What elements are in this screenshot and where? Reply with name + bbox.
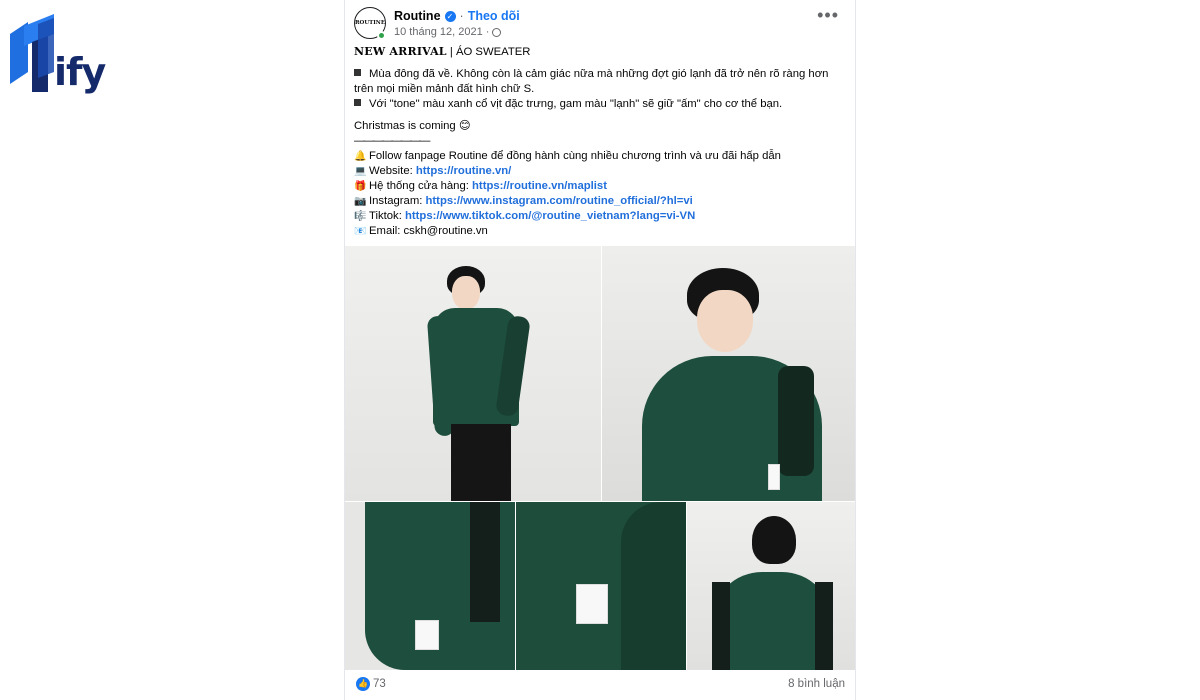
brand-logo: ify bbox=[10, 12, 110, 96]
reaction-count[interactable]: 73 bbox=[373, 678, 386, 690]
page-name-row: Routine ✓ · Theo dõi bbox=[394, 9, 520, 23]
brand-wordmark: ify bbox=[54, 50, 106, 94]
product-photo-back-view[interactable] bbox=[687, 502, 855, 670]
stores-line: 🎁 Hệ thống cửa hàng: https://routine.vn/m… bbox=[354, 179, 845, 194]
product-photo-fabric-detail[interactable] bbox=[516, 502, 686, 670]
title-bold-text: NEW ARRIVAL bbox=[354, 45, 447, 58]
bullet-square-icon bbox=[354, 69, 361, 76]
page-name-link[interactable]: Routine bbox=[394, 9, 441, 23]
bullet-text: Mùa đông đã về. Không còn là cảm giác nữ… bbox=[369, 68, 829, 80]
online-status-dot bbox=[377, 31, 386, 40]
product-photo-full-body[interactable] bbox=[345, 246, 601, 501]
bullet-square-icon bbox=[354, 99, 361, 106]
avatar-text: ROUTINE bbox=[354, 20, 386, 26]
email-icon: 📧 bbox=[354, 226, 367, 237]
bullet-line: Với "tone" màu xanh cổ vịt đặc trưng, ga… bbox=[354, 97, 845, 112]
post-meta: 10 tháng 12, 2021 · bbox=[394, 26, 502, 38]
post-body: NEW ARRIVAL | ÁO SWEATER Mùa đông đã về.… bbox=[354, 44, 845, 239]
post-footer: 👍 73 8 bình luận bbox=[345, 672, 855, 700]
post-header: ROUTINE Routine ✓ · Theo dõi 10 tháng 12… bbox=[354, 6, 845, 41]
instagram-line: 📷 Instagram: https://www.instagram.com/ro… bbox=[354, 194, 845, 209]
product-photo-upper-body[interactable] bbox=[602, 246, 855, 501]
website-line: 💻 Website: https://routine.vn/ bbox=[354, 164, 845, 179]
instagram-link[interactable]: https://www.instagram.com/routine_offici… bbox=[426, 195, 693, 207]
like-reaction-icon[interactable]: 👍 bbox=[356, 677, 370, 691]
email-label: Email: bbox=[369, 225, 404, 237]
music-icon: 🎼 bbox=[354, 211, 367, 222]
computer-icon: 💻 bbox=[354, 166, 367, 177]
tiktok-label: Tiktok: bbox=[369, 210, 405, 222]
website-link[interactable]: https://routine.vn/ bbox=[416, 165, 511, 177]
post-date[interactable]: 10 tháng 12, 2021 bbox=[394, 26, 483, 38]
bullet-line: Mùa đông đã về. Không còn là cảm giác nữ… bbox=[354, 67, 845, 82]
website-label: Website: bbox=[369, 165, 416, 177]
bullet-text: Với "tone" màu xanh cổ vịt đặc trưng, ga… bbox=[369, 98, 783, 110]
tiktok-link[interactable]: https://www.tiktok.com/@routine_vietnam?… bbox=[405, 210, 695, 222]
comment-count[interactable]: 8 bình luận bbox=[788, 678, 845, 690]
globe-icon bbox=[492, 27, 502, 37]
more-options-icon[interactable]: ••• bbox=[817, 6, 839, 24]
instagram-label: Instagram: bbox=[369, 195, 426, 207]
stores-link[interactable]: https://routine.vn/maplist bbox=[472, 180, 607, 192]
follow-fanpage-text: Follow fanpage Routine để đồng hành cùng… bbox=[369, 150, 781, 162]
gift-icon: 🎁 bbox=[354, 181, 367, 192]
camera-icon: 📷 bbox=[354, 196, 367, 207]
divider-line: ———————— bbox=[354, 135, 430, 147]
email-line: 📧 Email: cskh@routine.vn bbox=[354, 224, 845, 239]
stores-label: Hệ thống cửa hàng: bbox=[369, 180, 473, 192]
separator-dot: · bbox=[459, 9, 464, 23]
bullet-continuation: trên mọi miền mảnh đất hình chữ S. bbox=[354, 83, 535, 95]
christmas-line: Christmas is coming 😊 bbox=[354, 120, 471, 132]
product-photo-sleeve-detail[interactable] bbox=[345, 502, 515, 670]
verified-badge-icon: ✓ bbox=[444, 10, 456, 22]
bell-icon: 🔔 bbox=[354, 151, 367, 162]
facebook-post: ROUTINE Routine ✓ · Theo dõi 10 tháng 12… bbox=[344, 0, 856, 700]
tiktok-line: 🎼 Tiktok: https://www.tiktok.com/@routine… bbox=[354, 209, 845, 224]
post-title: NEW ARRIVAL | ÁO SWEATER bbox=[354, 44, 845, 60]
follow-button[interactable]: Theo dõi bbox=[468, 9, 520, 23]
title-rest-text: | ÁO SWEATER bbox=[446, 46, 531, 58]
follow-fanpage-line: 🔔 Follow fanpage Routine để đồng hành cùn… bbox=[354, 149, 845, 164]
email-address: cskh@routine.vn bbox=[403, 225, 488, 237]
meta-separator: · bbox=[485, 26, 490, 38]
